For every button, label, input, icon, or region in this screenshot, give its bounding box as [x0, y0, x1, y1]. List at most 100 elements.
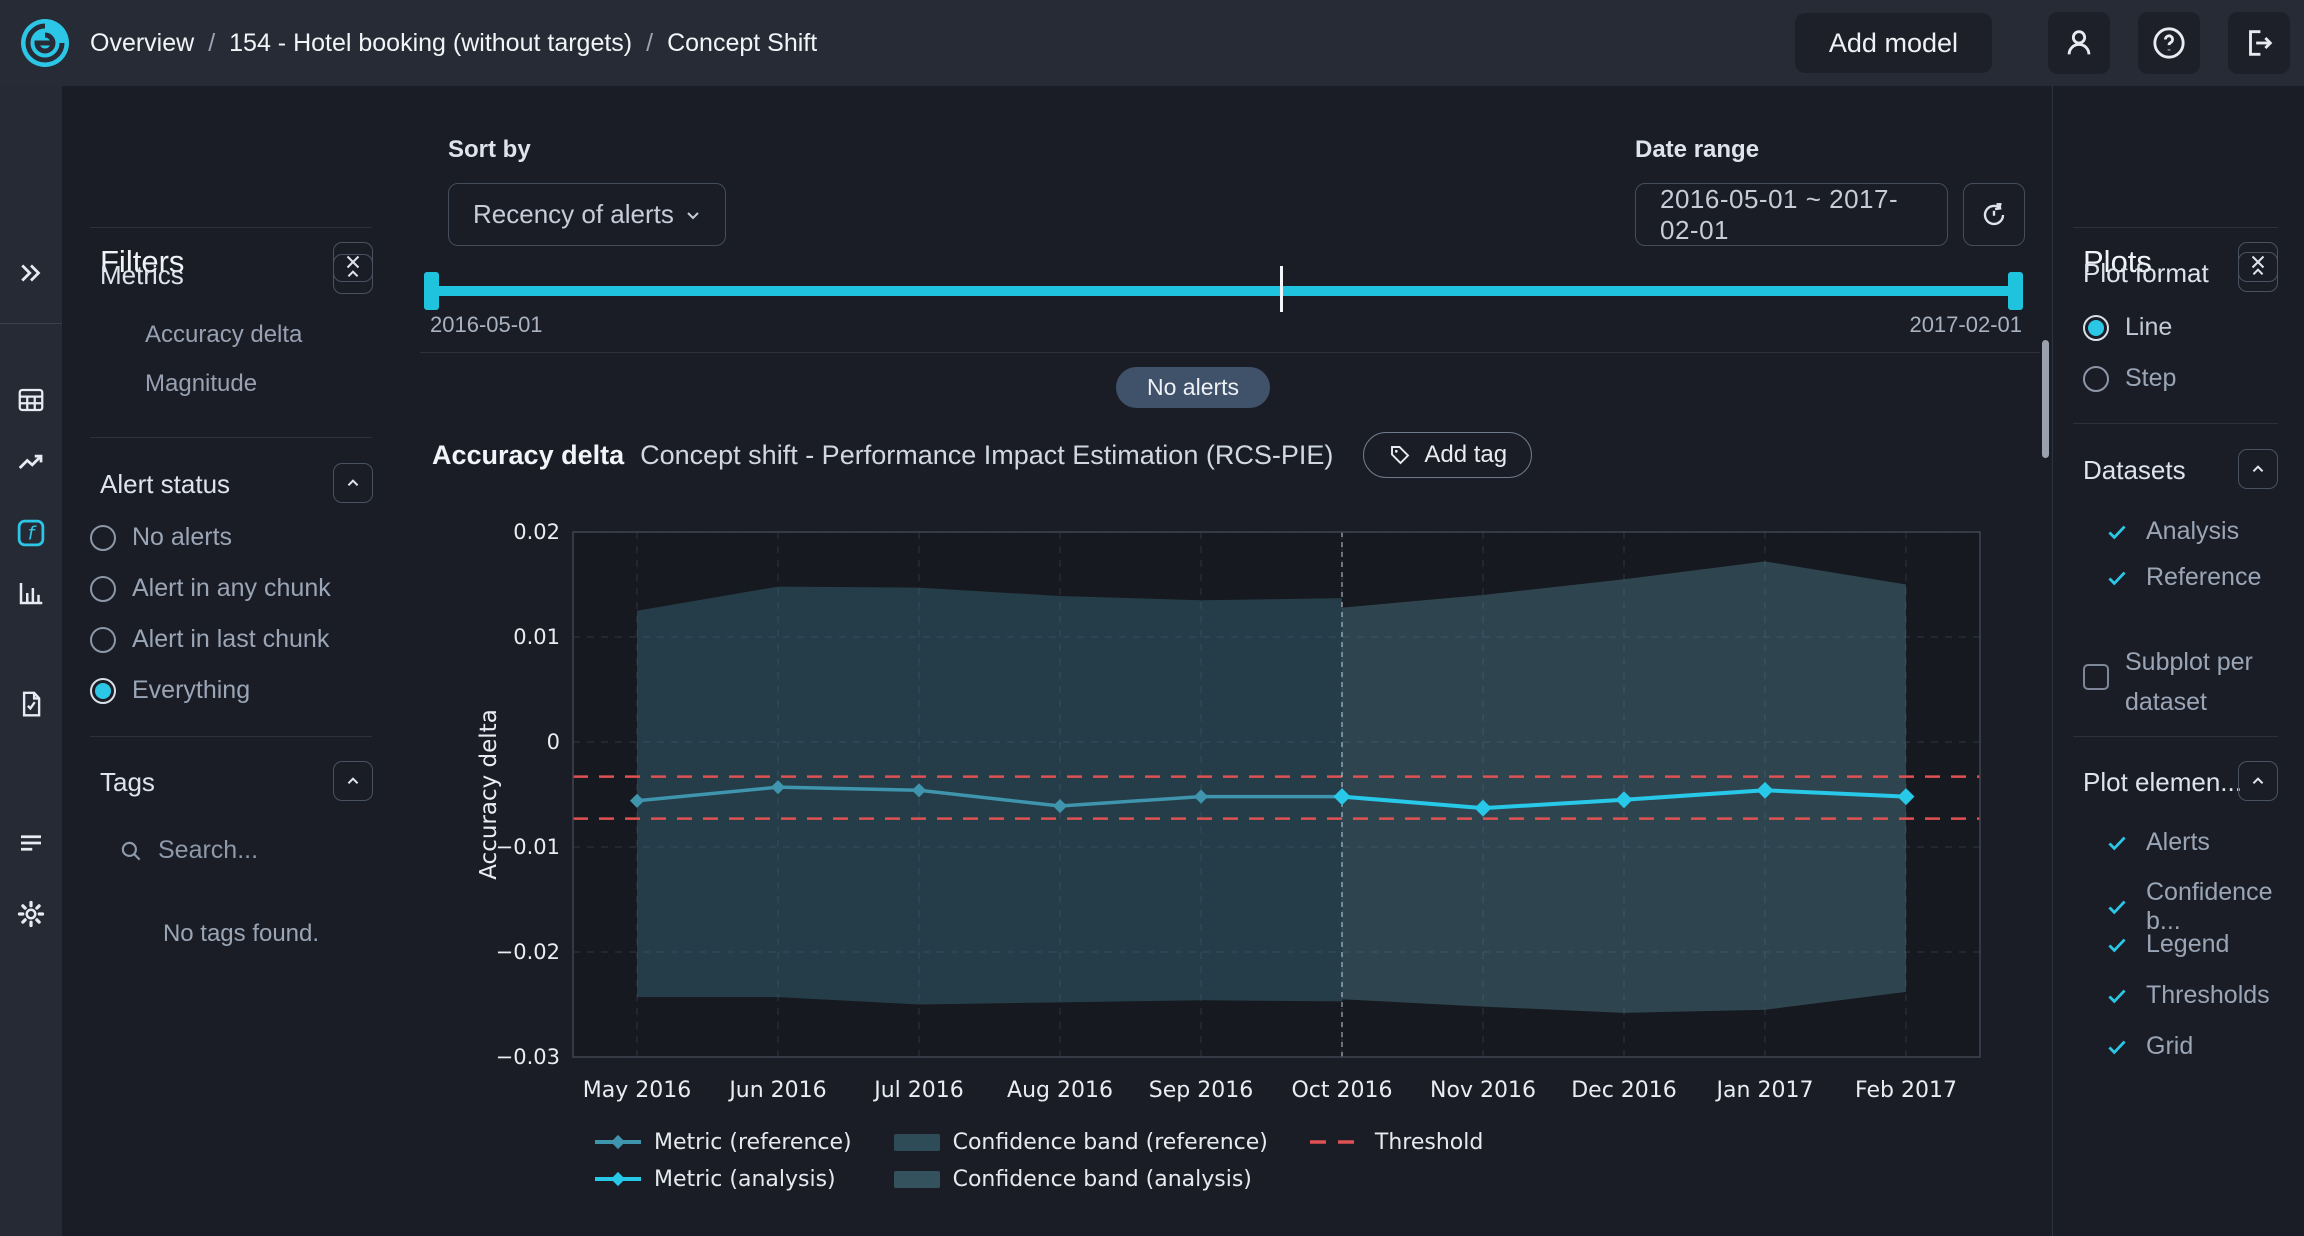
logout-icon: [2242, 26, 2276, 60]
user-icon: [2062, 26, 2096, 60]
breadcrumb: Overview / 154 - Hotel booking (without …: [90, 29, 817, 58]
function-icon: f: [16, 518, 46, 548]
date-slider-left-handle[interactable]: [424, 272, 439, 310]
add-model-button[interactable]: Add model: [1795, 13, 1992, 73]
tags-collapse-button[interactable]: [333, 761, 373, 801]
date-range-input[interactable]: 2016-05-01 ~ 2017-02-01: [1635, 183, 1948, 246]
svg-text:Nov 2016: Nov 2016: [1430, 1078, 1536, 1102]
breadcrumb-model[interactable]: 154 - Hotel booking (without targets): [229, 29, 632, 58]
sort-by-label: Sort by: [448, 136, 531, 164]
sort-by-select[interactable]: Recency of alerts: [448, 183, 726, 246]
bar-chart-icon: [16, 578, 46, 608]
nav-distribution[interactable]: [11, 573, 51, 613]
element-check-grid[interactable]: Grid: [2104, 1032, 2193, 1061]
legend-threshold[interactable]: Threshold: [1310, 1128, 1483, 1156]
alert-status-section-title: Alert status: [100, 469, 230, 500]
chart-legend: Metric (reference) Metric (analysis) Con…: [595, 1128, 1483, 1193]
history-reset-icon: [1979, 200, 2009, 230]
breadcrumb-overview[interactable]: Overview: [90, 29, 194, 58]
nav-table[interactable]: [11, 380, 51, 420]
svg-text:Oct 2016: Oct 2016: [1291, 1078, 1392, 1102]
help-button[interactable]: [2138, 12, 2200, 74]
no-tags-message: No tags found.: [62, 920, 420, 948]
divider: [2073, 736, 2278, 737]
svg-text:May 2016: May 2016: [583, 1078, 691, 1102]
legend-metric-reference[interactable]: Metric (reference): [595, 1128, 852, 1156]
nannyml-logo-icon[interactable]: [20, 18, 70, 68]
dataset-check-reference[interactable]: Reference: [2104, 563, 2261, 592]
tags-section-title: Tags: [100, 767, 155, 798]
svg-text:Accuracy delta: Accuracy delta: [476, 709, 502, 880]
radio-option-everything-selected[interactable]: Everything: [90, 676, 250, 705]
element-check-alerts[interactable]: Alerts: [2104, 828, 2210, 857]
radio-option-line-selected[interactable]: Line: [2083, 313, 2172, 342]
date-slider-right-handle[interactable]: [2008, 272, 2023, 310]
user-profile-button[interactable]: [2048, 12, 2110, 74]
add-tag-button[interactable]: Add tag: [1363, 432, 1532, 478]
metric-chart-container[interactable]: 0.020.010−0.01−0.02−0.03May 2016Jun 2016…: [428, 490, 2028, 1102]
logout-button[interactable]: [2228, 12, 2290, 74]
tags-search-input[interactable]: [158, 836, 358, 865]
alert-status-collapse-button[interactable]: [333, 463, 373, 503]
nav-logs[interactable]: [11, 823, 51, 863]
legend-band-reference[interactable]: Confidence band (reference): [894, 1128, 1268, 1156]
metrics-section-title: Metrics: [100, 260, 184, 291]
metric-chart[interactable]: 0.020.010−0.01−0.02−0.03May 2016Jun 2016…: [428, 490, 2028, 1102]
double-chevron-right-icon: [16, 258, 46, 288]
radio-icon: [90, 627, 116, 653]
radio-icon: [90, 576, 116, 602]
nav-settings[interactable]: [11, 894, 51, 934]
divider: [90, 736, 372, 737]
svg-text:Sep 2016: Sep 2016: [1149, 1078, 1253, 1102]
nav-reports[interactable]: [11, 684, 51, 724]
svg-text:Jul 2016: Jul 2016: [872, 1078, 964, 1102]
plot-format-collapse-button[interactable]: [2238, 252, 2278, 292]
legend-band-analysis[interactable]: Confidence band (analysis): [894, 1165, 1268, 1193]
radio-option-no-alerts[interactable]: No alerts: [90, 523, 232, 552]
checkmark-icon: [2104, 894, 2130, 920]
nav-concept-shift-active[interactable]: f: [11, 513, 51, 553]
metric-item-magnitude[interactable]: Magnitude: [145, 370, 257, 398]
radio-option-step[interactable]: Step: [2083, 364, 2176, 393]
svg-text:Dec 2016: Dec 2016: [1571, 1078, 1677, 1102]
date-slider-track[interactable]: [430, 286, 2022, 296]
plots-panel: Plots Plot format Line Step: [2052, 86, 2304, 1236]
date-slider-boundary-marker: [1280, 266, 1283, 312]
svg-text:Aug 2016: Aug 2016: [1007, 1078, 1113, 1102]
svg-text:Jun 2016: Jun 2016: [727, 1078, 826, 1102]
date-range-label: Date range: [1635, 136, 1759, 164]
svg-text:f: f: [28, 523, 37, 544]
metric-item-accuracy-delta[interactable]: Accuracy delta: [145, 321, 302, 349]
radio-selected-icon: [2083, 315, 2109, 341]
tag-icon: [1388, 443, 1412, 467]
chevron-up-icon: [2247, 458, 2269, 480]
chevron-up-icon: [2247, 261, 2269, 283]
svg-text:−0.02: −0.02: [496, 940, 560, 964]
subplot-per-dataset-checkbox[interactable]: Subplot per dataset: [2083, 642, 2265, 722]
radio-option-alert-any-chunk[interactable]: Alert in any chunk: [90, 574, 331, 603]
svg-text:0.02: 0.02: [513, 520, 560, 544]
radio-selected-icon: [90, 678, 116, 704]
dataset-check-analysis[interactable]: Analysis: [2104, 517, 2239, 546]
scrollbar-thumb[interactable]: [2042, 340, 2049, 458]
svg-text:0: 0: [547, 730, 560, 754]
divider: [2073, 423, 2278, 424]
plot-elements-collapse-button[interactable]: [2238, 761, 2278, 801]
element-check-thresholds[interactable]: Thresholds: [2104, 981, 2270, 1010]
filters-panel: Filters Metrics Accuracy delta Magnitude…: [62, 86, 420, 1236]
rail-divider: [0, 323, 62, 324]
element-check-legend[interactable]: Legend: [2104, 930, 2229, 959]
plot-format-section-title: Plot format: [2083, 258, 2209, 289]
datasets-section-title: Datasets: [2083, 455, 2186, 486]
table-icon: [16, 385, 46, 415]
breadcrumb-page[interactable]: Concept Shift: [667, 29, 817, 58]
sidebar-expand-button[interactable]: [11, 253, 51, 293]
element-check-confidence-band[interactable]: Confidence b...: [2104, 878, 2304, 936]
datasets-collapse-button[interactable]: [2238, 449, 2278, 489]
nav-performance[interactable]: [11, 443, 51, 483]
date-range-reset-button[interactable]: [1963, 183, 2025, 246]
metrics-collapse-button[interactable]: [333, 254, 373, 294]
band-analysis-swatch-icon: [894, 1171, 940, 1188]
legend-metric-analysis[interactable]: Metric (analysis): [595, 1165, 852, 1193]
radio-option-alert-last-chunk[interactable]: Alert in last chunk: [90, 625, 329, 654]
